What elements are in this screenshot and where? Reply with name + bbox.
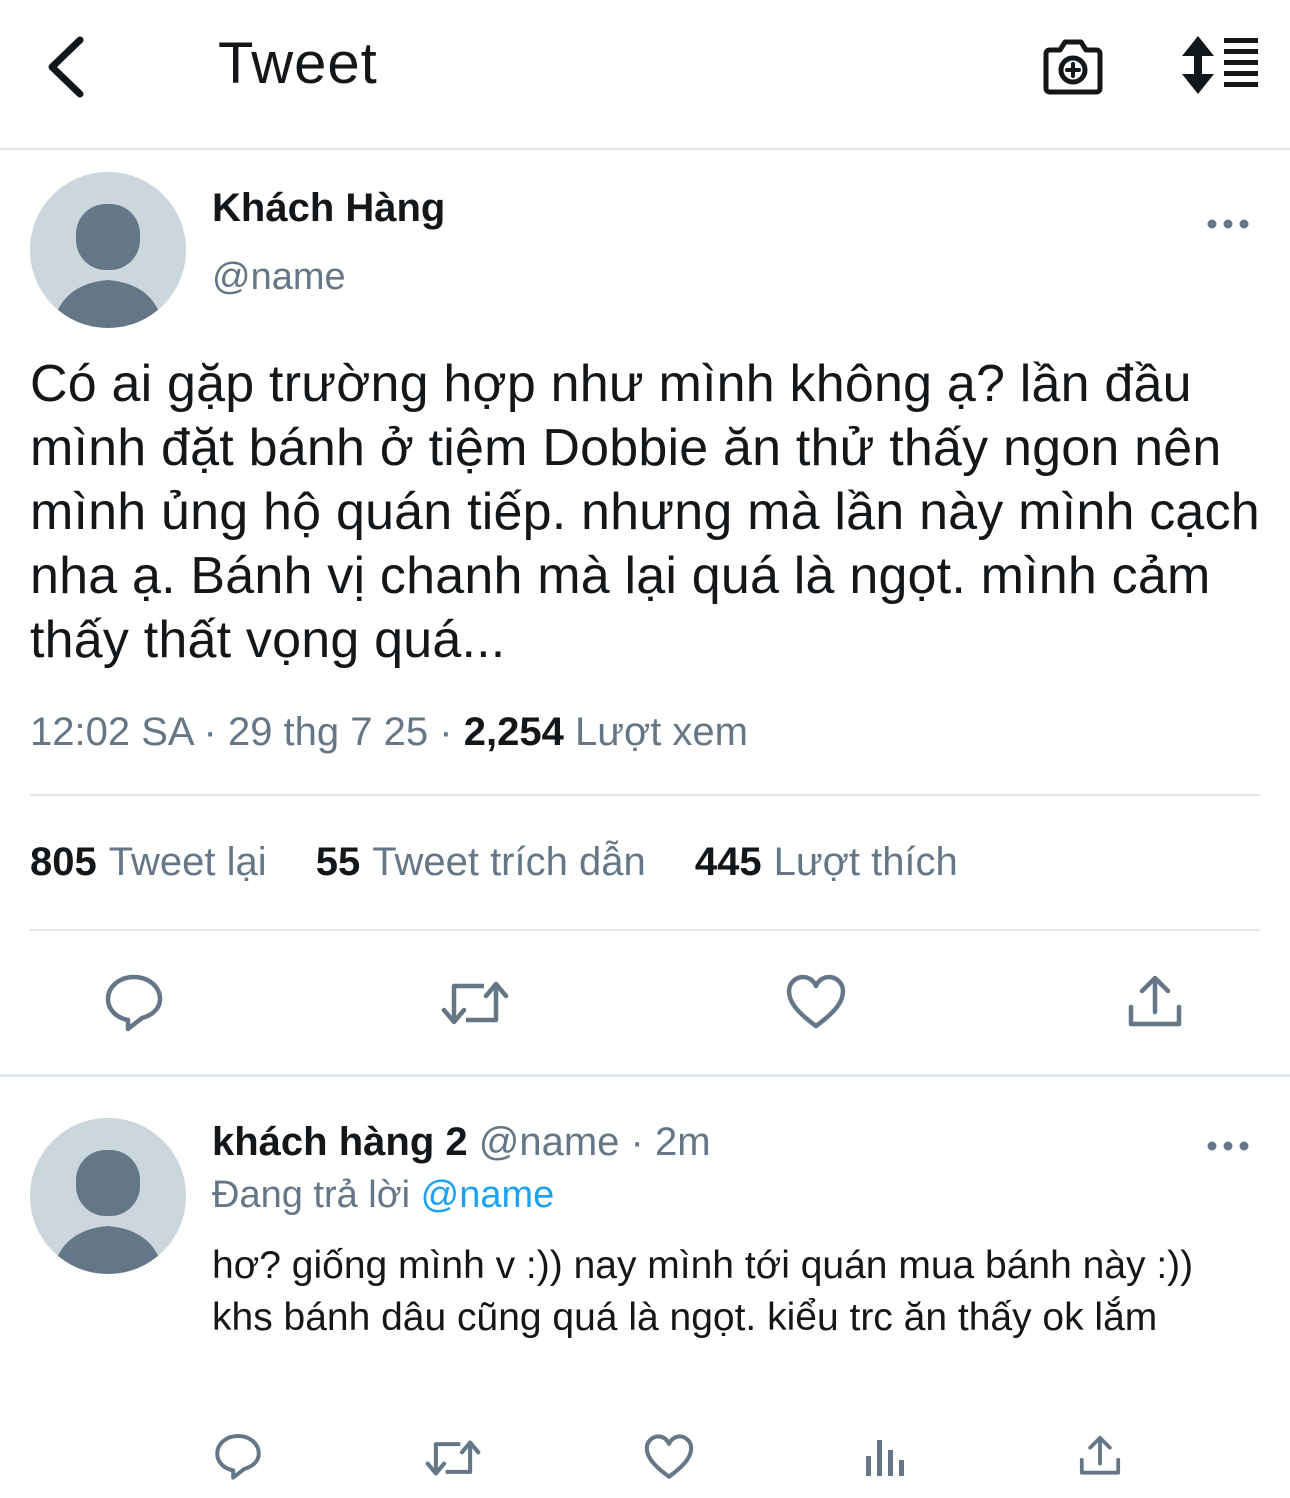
likes-label: Lượt thích xyxy=(773,840,958,884)
sort-button[interactable] xyxy=(1178,34,1260,96)
quote-tweets-stat[interactable]: 55 Tweet trích dẫn xyxy=(316,840,646,885)
likes-stat[interactable]: 445 Lượt thích xyxy=(695,840,958,885)
chevron-left-icon xyxy=(48,36,84,98)
reply-author-handle[interactable]: @name xyxy=(479,1120,620,1164)
more-dots-icon xyxy=(1207,1141,1249,1151)
reply-author-avatar[interactable] xyxy=(30,1118,186,1274)
meta-separator: · xyxy=(439,710,453,754)
heart-icon xyxy=(786,974,846,1029)
views-label: Lượt xem xyxy=(574,710,748,754)
author-handle[interactable]: @name xyxy=(212,256,346,299)
tweet-stats: 805 Tweet lại 55 Tweet trích dẫn 445 Lượt t… xyxy=(30,840,996,885)
replying-to: Đang trả lời @name xyxy=(212,1174,554,1217)
camera-plus-icon xyxy=(1043,39,1103,95)
reply-more-options-button[interactable] xyxy=(1206,1134,1250,1158)
top-bar: Tweet xyxy=(0,0,1290,150)
retweets-stat[interactable]: 805 Tweet lại xyxy=(30,840,267,885)
default-avatar-icon xyxy=(30,1118,186,1274)
reply-retweet-button[interactable] xyxy=(424,1436,482,1480)
divider xyxy=(30,794,1260,796)
author-name[interactable]: Khách Hàng xyxy=(212,186,445,231)
like-button[interactable] xyxy=(786,974,846,1030)
tweet-date: 29 thg 7 25 xyxy=(227,710,429,754)
retweets-label: Tweet lại xyxy=(108,840,267,884)
back-button[interactable] xyxy=(40,32,100,102)
camera-button[interactable] xyxy=(1040,36,1106,96)
analytics-bars-icon xyxy=(866,1440,904,1476)
quote-tweets-count: 55 xyxy=(315,840,361,884)
more-dots-icon xyxy=(1207,219,1249,229)
author-avatar[interactable] xyxy=(30,172,186,328)
default-avatar-icon xyxy=(30,172,186,328)
more-options-button[interactable] xyxy=(1206,212,1250,236)
sort-list-icon xyxy=(1182,36,1258,94)
reply-text: hơ? giống mình v :)) nay mình tới quán m… xyxy=(212,1244,1194,1339)
retweet-icon xyxy=(441,981,509,1025)
reply-separator: · xyxy=(630,1120,644,1164)
likes-count: 445 xyxy=(694,840,762,884)
quote-tweets-label: Tweet trích dẫn xyxy=(372,840,646,884)
share-icon xyxy=(1128,975,1182,1027)
replying-prefix: Đang trả lời xyxy=(212,1174,411,1216)
retweets-count: 805 xyxy=(30,840,97,884)
comment-icon xyxy=(105,974,163,1032)
reply-time: 2m xyxy=(655,1120,711,1164)
section-divider xyxy=(0,1074,1290,1077)
reply-share-button[interactable] xyxy=(1078,1434,1122,1478)
reply-button[interactable] xyxy=(104,972,164,1032)
tweet-text: Có ai gặp trường hợp như mình không ạ? l… xyxy=(30,355,1260,669)
meta-separator: · xyxy=(203,710,217,754)
retweet-icon xyxy=(425,1440,481,1476)
reply-header: khách hàng 2 @name · 2m xyxy=(212,1120,711,1165)
heart-icon xyxy=(644,1434,694,1479)
retweet-button[interactable] xyxy=(440,976,510,1030)
reply-analytics-button[interactable] xyxy=(864,1436,906,1478)
comment-icon xyxy=(215,1434,261,1480)
reply-like-button[interactable] xyxy=(644,1434,694,1480)
share-icon xyxy=(1079,1435,1121,1475)
share-button[interactable] xyxy=(1126,974,1184,1030)
tweet-time: 12:02 SA xyxy=(30,710,193,754)
tweet-meta: 12:02 SA · 29 thg 7 25 · 2,254 Lượt xem xyxy=(30,710,748,755)
divider xyxy=(30,929,1260,931)
views-count: 2,254 xyxy=(463,710,564,754)
replying-mention-link[interactable]: @name xyxy=(421,1174,555,1216)
reply-author-name[interactable]: khách hàng 2 xyxy=(212,1120,468,1164)
reply-reply-button[interactable] xyxy=(214,1432,262,1480)
page-title: Tweet xyxy=(218,31,378,96)
